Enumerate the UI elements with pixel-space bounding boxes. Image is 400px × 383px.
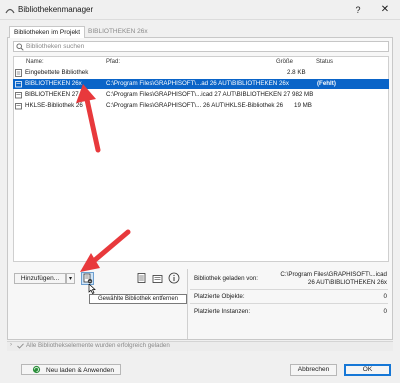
row-path: C:\Program Files\GRAPHISOFT\...icad 27 A… bbox=[106, 91, 291, 98]
ok-button[interactable]: OK bbox=[344, 364, 391, 376]
tab-libraries-26x[interactable]: BIBLIOTHEKEN 26x bbox=[84, 26, 152, 38]
placed-objects-value: 0 bbox=[383, 293, 387, 300]
library-details-icon bbox=[137, 273, 146, 283]
table-row[interactable]: Eingebettete Bibliothek 2.8 KB bbox=[13, 68, 389, 78]
info-separator bbox=[190, 303, 388, 304]
row-name: BIBLIOTHEKEN 27 bbox=[25, 91, 79, 98]
row-size: 19 MB bbox=[294, 102, 312, 109]
placed-instances-label: Platzierte Instanzen: bbox=[194, 308, 251, 315]
loaded-from-value-line1: C:\Program Files\GRAPHISOFT\...icad bbox=[280, 271, 387, 278]
info-button[interactable] bbox=[168, 272, 180, 284]
column-header-path[interactable]: Pfad: bbox=[106, 59, 120, 65]
column-header-size[interactable]: Größe bbox=[276, 59, 293, 65]
library-folder-icon bbox=[15, 81, 22, 88]
search-placeholder: Bibliotheken suchen bbox=[26, 43, 85, 50]
add-library-button[interactable]: Hinzufügen... bbox=[14, 273, 66, 284]
loaded-from-value-line2: 26 AUT\BIBLIOTHEKEN 26x bbox=[307, 279, 387, 286]
reload-icon bbox=[32, 365, 41, 374]
row-path: C:\Program Files\GRAPHISOFT\... 26 AUT\H… bbox=[106, 102, 284, 109]
table-row[interactable]: HKLSE-Bibliothek 26 C:\Program Files\GRA… bbox=[13, 101, 389, 111]
loaded-from-label: Bibliothek geladen von: bbox=[194, 275, 258, 282]
reload-apply-label: Neu laden & Anwenden bbox=[46, 367, 114, 374]
column-header-status[interactable]: Status bbox=[316, 59, 333, 65]
row-path: C:\Program Files\GRAPHISOFT\...ad 26 AUT… bbox=[106, 80, 289, 87]
library-folder-icon bbox=[15, 92, 22, 99]
row-size: 2.8 KB bbox=[287, 69, 306, 76]
row-name: BIBLIOTHEKEN 26x bbox=[25, 80, 82, 87]
app-icon bbox=[5, 8, 15, 14]
placed-instances-value: 0 bbox=[383, 308, 387, 315]
expand-arrow-icon[interactable]: › bbox=[10, 342, 12, 348]
check-icon bbox=[17, 343, 24, 349]
remove-library-icon bbox=[83, 273, 93, 284]
help-button[interactable]: ? bbox=[350, 3, 366, 17]
row-size: 982 MB bbox=[292, 91, 314, 98]
info-separator bbox=[190, 289, 388, 290]
cancel-button[interactable]: Abbrechen bbox=[290, 364, 337, 376]
library-folder-icon bbox=[152, 275, 163, 283]
embedded-library-icon bbox=[15, 69, 22, 77]
info-divider bbox=[187, 269, 188, 339]
status-text: Alle Bibliothekselemente wurden erfolgre… bbox=[26, 342, 170, 349]
row-name: HKLSE-Bibliothek 26 bbox=[25, 102, 83, 109]
add-library-dropdown[interactable]: ▾ bbox=[66, 273, 75, 284]
placed-objects-label: Platzierte Objekte: bbox=[194, 293, 245, 300]
remove-tooltip: Gewählte Bibliothek entfernen bbox=[89, 294, 187, 304]
column-header-name[interactable]: Name: bbox=[26, 59, 44, 65]
library-folder-icon bbox=[15, 103, 22, 110]
reload-apply-button[interactable]: Neu laden & Anwenden bbox=[21, 364, 121, 375]
close-button[interactable]: ✕ bbox=[377, 3, 393, 17]
table-row[interactable]: BIBLIOTHEKEN 27 C:\Program Files\GRAPHIS… bbox=[13, 90, 389, 100]
row-status: (Fehlt) bbox=[317, 80, 336, 87]
search-icon bbox=[16, 43, 24, 51]
tab-project-libraries[interactable]: Bibliotheken im Projekt bbox=[9, 26, 86, 38]
mouse-cursor-icon bbox=[88, 284, 96, 294]
library-folder-button[interactable] bbox=[151, 272, 164, 285]
info-icon bbox=[168, 272, 180, 284]
window-title: Bibliothekenmanager bbox=[18, 5, 94, 14]
library-details-button[interactable] bbox=[135, 272, 148, 285]
table-row[interactable]: BIBLIOTHEKEN 26x C:\Program Files\GRAPHI… bbox=[13, 79, 389, 89]
row-name: Eingebettete Bibliothek bbox=[25, 69, 89, 76]
